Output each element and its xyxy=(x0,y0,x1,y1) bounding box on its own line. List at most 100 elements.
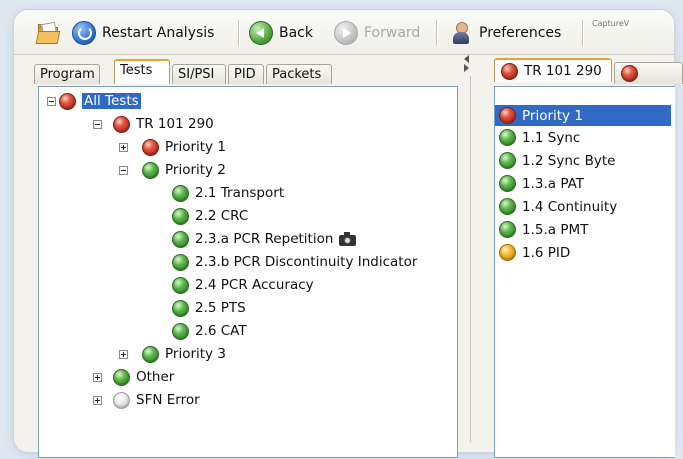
open-file-button[interactable] xyxy=(35,19,68,47)
tab-label: PID xyxy=(234,67,256,82)
collapse-right-icon[interactable] xyxy=(464,64,469,72)
list-item[interactable]: 1.3.a PAT xyxy=(499,173,584,194)
tree-item-test[interactable]: 2.2 CRC xyxy=(172,206,248,226)
status-red-icon xyxy=(501,62,518,80)
restart-analysis-label: Restart Analysis xyxy=(102,25,215,41)
status-yellow-icon xyxy=(499,244,516,261)
tab-program[interactable]: Program xyxy=(34,64,100,84)
list-item-label: 1.5.a PMT xyxy=(522,221,589,238)
tree-item-label: 2.5 PTS xyxy=(195,300,246,316)
list-item[interactable]: 1.1 Sync xyxy=(499,127,580,148)
tree-item-all-tests[interactable]: All Tests xyxy=(47,91,141,111)
status-red-icon xyxy=(621,65,638,82)
tree-item-priority-1[interactable]: Priority 1 xyxy=(119,137,226,157)
tree-item-test[interactable]: 2.3.a PCR Repetition xyxy=(172,229,357,249)
tree-item-label: 2.1 Transport xyxy=(195,185,285,201)
tree-item-sfn-error[interactable]: SFN Error xyxy=(93,390,200,410)
status-green-icon xyxy=(113,368,130,386)
status-green-icon xyxy=(142,345,159,363)
back-button[interactable]: Back xyxy=(249,19,313,47)
tab-tests[interactable]: Tests xyxy=(114,59,170,84)
tab-pid[interactable]: PID xyxy=(228,64,264,84)
collapse-icon[interactable] xyxy=(119,166,128,175)
camera-icon[interactable] xyxy=(339,232,357,246)
priority-1-test-list: Priority 1 1.1 Sync 1.2 Sync Byte 1.3.a … xyxy=(494,86,675,458)
status-green-icon xyxy=(142,161,159,179)
tab-label: Packets xyxy=(272,67,322,82)
tree-item-label: 2.4 PCR Accuracy xyxy=(195,277,314,293)
splitter-line xyxy=(470,76,471,442)
list-item[interactable]: 1.6 PID xyxy=(499,242,570,263)
tree-item-label: TR 101 290 xyxy=(136,116,214,132)
tree-item-priority-2[interactable]: Priority 2 xyxy=(119,160,226,180)
tree-item-test[interactable]: 2.5 PTS xyxy=(172,298,246,318)
toolbar: Restart Analysis Back Forward Preference… xyxy=(14,10,674,55)
list-item[interactable]: 1.2 Sync Byte xyxy=(499,150,615,171)
toolbar-separator xyxy=(436,20,438,46)
status-green-icon xyxy=(172,207,189,225)
list-item[interactable]: 1.5.a PMT xyxy=(499,219,588,240)
toolbar-separator xyxy=(582,20,584,46)
tree-item-label: SFN Error xyxy=(136,392,200,408)
tab-label: TR 101 290 xyxy=(524,63,602,79)
screenshot-frame: Restart Analysis Back Forward Preference… xyxy=(0,0,683,459)
tree-item-other[interactable]: Other xyxy=(93,367,175,387)
status-red-icon xyxy=(59,92,76,110)
tree-item-label: Priority 3 xyxy=(165,346,226,362)
tree-item-label: 2.2 CRC xyxy=(195,208,249,224)
list-item-label: Priority 1 xyxy=(522,107,583,124)
status-green-icon xyxy=(172,184,189,202)
status-red-icon xyxy=(113,115,130,133)
tab-label: Tests xyxy=(120,63,153,78)
status-green-icon xyxy=(172,230,189,248)
list-item-priority-1[interactable]: Priority 1 xyxy=(495,105,671,126)
tests-tree: All Tests TR 101 290 Priority 1 Priority… xyxy=(38,86,458,458)
expand-icon[interactable] xyxy=(93,396,102,405)
tree-item-test[interactable]: 2.1 Transport xyxy=(172,183,284,203)
user-preferences-icon xyxy=(450,21,472,45)
tree-item-priority-3[interactable]: Priority 3 xyxy=(119,344,226,364)
forward-button[interactable]: Forward xyxy=(334,19,420,47)
tab-label: SI/PSI xyxy=(178,67,215,82)
back-label: Back xyxy=(279,25,313,41)
tree-item-test[interactable]: 2.3.b PCR Discontinuity Indicator xyxy=(172,252,417,272)
list-item-label: 1.1 Sync xyxy=(522,129,581,146)
tab-secondary[interactable] xyxy=(614,62,683,84)
tree-item-test[interactable]: 2.6 CAT xyxy=(172,321,247,341)
tree-item-test[interactable]: 2.4 PCR Accuracy xyxy=(172,275,314,295)
folder-open-icon xyxy=(35,21,61,44)
status-green-icon xyxy=(172,276,189,294)
tab-label: Program xyxy=(40,67,95,82)
tree-item-tr101290[interactable]: TR 101 290 xyxy=(93,114,214,134)
status-red-icon xyxy=(499,107,516,124)
restart-analysis-button[interactable]: Restart Analysis xyxy=(72,19,214,47)
status-red-icon xyxy=(142,138,159,156)
tab-si-psi[interactable]: SI/PSI xyxy=(172,64,226,84)
preferences-button[interactable]: Preferences xyxy=(450,19,561,47)
tree-item-label: All Tests xyxy=(82,93,141,109)
tree-item-label: 2.3.b PCR Discontinuity Indicator xyxy=(195,254,418,270)
capture-view-label: CaptureV xyxy=(592,19,630,28)
panel-splitter[interactable] xyxy=(460,50,480,442)
toolbar-separator xyxy=(238,20,240,46)
expand-icon[interactable] xyxy=(119,350,128,359)
tree-item-label: Other xyxy=(136,369,175,385)
collapse-left-icon[interactable] xyxy=(464,55,469,63)
status-green-icon xyxy=(499,129,516,146)
status-green-icon xyxy=(499,175,516,192)
tree-item-label: 2.6 CAT xyxy=(195,323,247,339)
tab-tr101290[interactable]: TR 101 290 xyxy=(494,58,612,82)
tree-item-label: 2.3.a PCR Repetition xyxy=(195,231,334,247)
list-item[interactable]: 1.4 Continuity xyxy=(499,196,617,217)
collapse-icon[interactable] xyxy=(47,97,56,106)
tab-packets[interactable]: Packets xyxy=(266,64,332,84)
forward-label: Forward xyxy=(364,25,421,41)
collapse-icon[interactable] xyxy=(93,120,102,129)
expand-icon[interactable] xyxy=(93,373,102,382)
list-item-label: 1.6 PID xyxy=(522,244,571,261)
expand-icon[interactable] xyxy=(119,143,128,152)
forward-arrow-icon xyxy=(334,21,358,45)
back-arrow-icon xyxy=(249,21,273,45)
status-green-icon xyxy=(499,152,516,169)
status-green-icon xyxy=(172,322,189,340)
